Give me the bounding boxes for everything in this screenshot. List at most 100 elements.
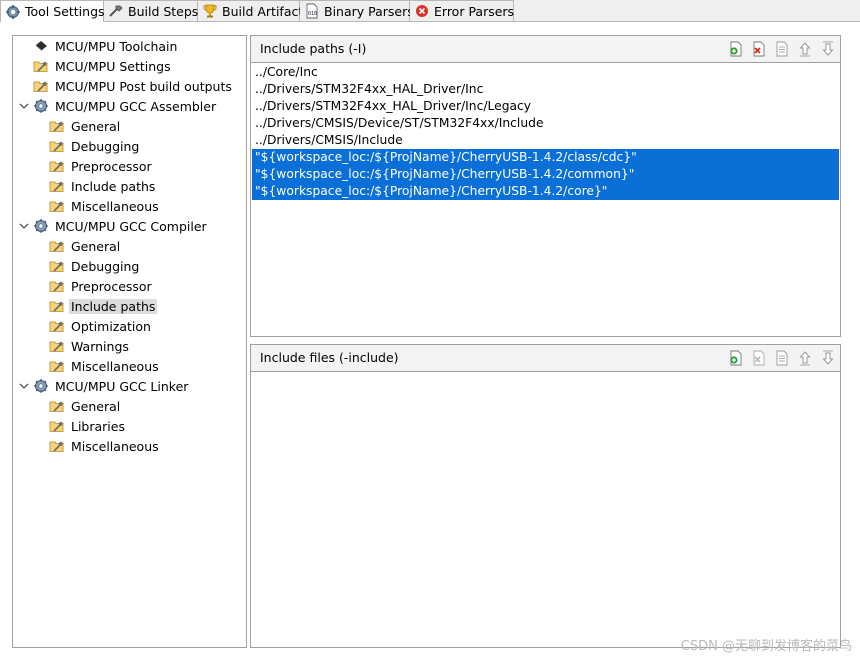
include-paths-toolbar	[721, 41, 836, 57]
gear-icon	[33, 218, 49, 234]
tree-item-asm-debugging[interactable]: Debugging	[49, 137, 141, 155]
move-up-icon[interactable]	[797, 350, 813, 366]
tree-item-label: Preprocessor	[71, 158, 152, 174]
tree-item-label: MCU/MPU GCC Compiler	[55, 218, 207, 234]
tree-item-cc-debugging[interactable]: Debugging	[49, 257, 141, 275]
tab-label: Tool Settings	[25, 4, 105, 19]
tree-item-cc-include-paths[interactable]: Include paths	[49, 297, 158, 315]
chevron-down-icon[interactable]	[18, 220, 30, 232]
tree-item-label: Miscellaneous	[71, 358, 159, 374]
tree-item-asm-general[interactable]: General	[49, 117, 122, 135]
edit-icon[interactable]	[774, 41, 790, 57]
list-item-selected[interactable]: "${workspace_loc:/${ProjName}/CherryUSB-…	[252, 183, 839, 200]
tree-item-toolchain[interactable]: MCU/MPU Toolchain	[33, 37, 179, 55]
tool-folder-icon	[49, 238, 65, 254]
tree-item-settings[interactable]: MCU/MPU Settings	[33, 57, 173, 75]
tab-error-parsers[interactable]: Error Parsers	[410, 0, 514, 21]
include-files-header: Include files (-include)	[251, 345, 840, 372]
include-files-toolbar	[721, 350, 836, 366]
tree-item-post-build[interactable]: MCU/MPU Post build outputs	[33, 77, 234, 95]
tree-item-asm-include-paths[interactable]: Include paths	[49, 177, 157, 195]
tool-folder-icon	[49, 318, 65, 334]
tab-label: Error Parsers	[434, 3, 515, 19]
move-down-icon[interactable]	[820, 350, 836, 366]
tab-tool-settings[interactable]: Tool Settings	[0, 0, 105, 22]
tree-item-label: Debugging	[71, 138, 140, 154]
tab-build-artifact[interactable]: Build Artifact	[198, 0, 304, 21]
tab-bar: Tool Settings Build Steps Build Artifact…	[0, 0, 860, 22]
tree-item-asm-preprocessor[interactable]: Preprocessor	[49, 157, 154, 175]
tool-folder-icon	[33, 78, 49, 94]
tree-item-label: Miscellaneous	[71, 438, 159, 454]
gear-icon	[33, 98, 49, 114]
tool-folder-icon	[49, 278, 65, 294]
tool-folder-icon	[49, 358, 65, 374]
chevron-down-icon[interactable]	[18, 380, 30, 392]
include-files-title: Include files (-include)	[260, 350, 399, 365]
include-paths-section: Include paths (-I) ../Core/Inc ../Driver…	[250, 35, 841, 337]
svg-text:010: 010	[308, 11, 317, 17]
delete-icon[interactable]	[751, 350, 767, 366]
tree-item-compiler[interactable]: MCU/MPU GCC Compiler	[18, 217, 209, 235]
tree-item-label: Debugging	[71, 258, 140, 274]
trophy-icon	[203, 4, 217, 18]
tool-folder-icon	[49, 158, 65, 174]
tree-item-cc-warnings[interactable]: Warnings	[49, 337, 131, 355]
tree-item-label: Libraries	[71, 418, 125, 434]
list-item-selected[interactable]: "${workspace_loc:/${ProjName}/CherryUSB-…	[252, 166, 839, 183]
include-paths-list[interactable]: ../Core/Inc ../Drivers/STM32F4xx_HAL_Dri…	[252, 64, 839, 200]
tree-item-label: Warnings	[71, 338, 129, 354]
tree-item-asm-misc[interactable]: Miscellaneous	[49, 197, 161, 215]
edit-icon[interactable]	[774, 350, 790, 366]
add-icon[interactable]	[728, 41, 744, 57]
list-item-selected[interactable]: "${workspace_loc:/${ProjName}/CherryUSB-…	[252, 149, 839, 166]
tree-item-ld-general[interactable]: General	[49, 397, 122, 415]
delete-icon[interactable]	[751, 41, 767, 57]
tree-item-label: MCU/MPU Post build outputs	[55, 78, 232, 94]
tree-item-label: Include paths	[69, 298, 158, 314]
list-item[interactable]: ../Drivers/CMSIS/Device/ST/STM32F4xx/Inc…	[252, 115, 839, 132]
tree-item-cc-optimization[interactable]: Optimization	[49, 317, 153, 335]
chevron-down-icon[interactable]	[18, 100, 30, 112]
tree-item-label: Optimization	[71, 318, 151, 334]
tab-label: Build Steps	[128, 3, 199, 19]
tool-folder-icon	[49, 438, 65, 454]
tree-item-cc-preprocessor[interactable]: Preprocessor	[49, 277, 154, 295]
settings-tree[interactable]: MCU/MPU Toolchain MCU/MPU Settings MCU/M…	[12, 35, 247, 648]
tool-folder-icon	[49, 118, 65, 134]
list-item[interactable]: ../Core/Inc	[252, 64, 839, 81]
tool-folder-icon	[49, 298, 65, 314]
tool-folder-icon	[49, 138, 65, 154]
tab-binary-parsers[interactable]: 010 Binary Parsers	[300, 0, 414, 21]
tool-folder-icon	[49, 178, 65, 194]
list-item[interactable]: ../Drivers/STM32F4xx_HAL_Driver/Inc/Lega…	[252, 98, 839, 115]
binary-icon: 010	[306, 3, 318, 19]
tree-item-assembler[interactable]: MCU/MPU GCC Assembler	[18, 97, 218, 115]
tab-label: Binary Parsers	[324, 3, 414, 19]
tree-item-label: MCU/MPU GCC Linker	[55, 378, 189, 394]
tab-build-steps[interactable]: Build Steps	[104, 0, 198, 21]
move-up-icon[interactable]	[797, 41, 813, 57]
move-down-icon[interactable]	[820, 41, 836, 57]
build-steps-icon	[109, 5, 123, 17]
list-item[interactable]: ../Drivers/CMSIS/Include	[252, 132, 839, 149]
add-icon[interactable]	[728, 350, 744, 366]
tree-item-label: Include paths	[71, 178, 156, 194]
tree-item-linker[interactable]: MCU/MPU GCC Linker	[18, 377, 190, 395]
gear-icon	[33, 378, 49, 394]
tree-item-cc-general[interactable]: General	[49, 237, 122, 255]
tree-item-label: MCU/MPU Toolchain	[55, 38, 178, 54]
tree-item-label: MCU/MPU GCC Assembler	[55, 98, 217, 114]
include-files-section: Include files (-include)	[250, 344, 841, 648]
tree-item-ld-misc[interactable]: Miscellaneous	[49, 437, 161, 455]
tab-label: Build Artifact	[222, 3, 304, 19]
tool-folder-icon	[49, 398, 65, 414]
include-paths-header: Include paths (-I)	[251, 36, 840, 63]
tree-item-label: General	[71, 398, 121, 414]
tree-item-cc-misc[interactable]: Miscellaneous	[49, 357, 161, 375]
tree-item-label: Preprocessor	[71, 278, 152, 294]
tool-folder-icon	[49, 258, 65, 274]
tree-item-label: General	[71, 118, 121, 134]
tree-item-ld-libraries[interactable]: Libraries	[49, 417, 127, 435]
list-item[interactable]: ../Drivers/STM32F4xx_HAL_Driver/Inc	[252, 81, 839, 98]
